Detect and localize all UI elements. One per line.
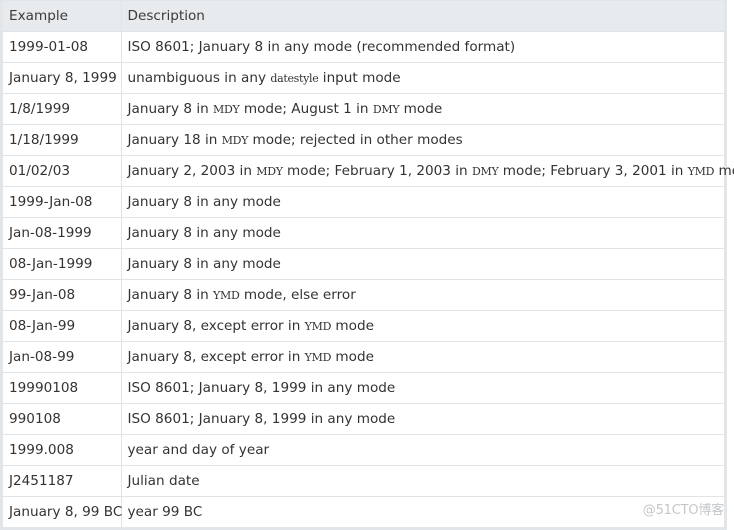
example-cell: 1999.008 xyxy=(3,433,121,465)
description-cell: January 8, except error in YMD mode xyxy=(120,340,724,372)
description-text: January 2, 2003 in xyxy=(127,162,257,179)
description-text: ISO 8601; January 8, 1999 in any mode xyxy=(127,410,396,427)
table-row: 19990108 ISO 8601; January 8, 1999 in any… xyxy=(3,371,724,403)
description-text: January 8 in any mode xyxy=(127,255,281,272)
table-row: January 8, 1999 unambiguous in any datest… xyxy=(3,61,724,93)
table-header-row: Example Description xyxy=(3,1,724,31)
description-text: Julian date xyxy=(127,472,200,489)
example-cell: 08-Jan-99 xyxy=(3,309,121,341)
table-body: 1999-01-08 ISO 8601; January 8 in any mod… xyxy=(3,30,734,527)
example-cell: 1999-Jan-08 xyxy=(3,185,121,217)
description-cell: ISO 8601; January 8 in any mode (recomme… xyxy=(120,30,724,62)
description-cell: ISO 8601; January 8, 1999 in any mode xyxy=(120,371,724,403)
code-literal: MDY xyxy=(221,133,249,147)
code-literal: datestyle xyxy=(270,71,319,85)
table-row: 08-Jan-1999 January 8 in any mode xyxy=(3,247,724,279)
example-cell: 1999-01-08 xyxy=(3,30,121,62)
description-text: mode; August 1 in xyxy=(239,100,373,117)
description-cell: January 8 in any mode xyxy=(120,247,724,279)
description-text: mode; February 1, 2003 in xyxy=(282,162,472,179)
code-literal: DMY xyxy=(372,102,400,116)
example-cell: 990108 xyxy=(3,402,121,434)
example-cell: Jan-08-99 xyxy=(3,340,121,372)
description-text: January 8 in xyxy=(127,100,214,117)
description-text: ISO 8601; January 8, 1999 in any mode xyxy=(127,379,396,396)
code-literal: YMD xyxy=(687,164,715,178)
description-cell: January 2, 2003 in MDY mode; February 1,… xyxy=(120,154,734,186)
code-literal: YMD xyxy=(304,350,332,364)
description-text: January 8 in any mode xyxy=(127,224,281,241)
description-cell: unambiguous in any datestyle input mode xyxy=(120,61,724,93)
watermark: @51CTO博客 xyxy=(642,503,724,518)
table-row: 1999-01-08 ISO 8601; January 8 in any mod… xyxy=(3,30,724,62)
description-cell: January 8, except error in YMD mode xyxy=(120,309,724,341)
date-input-examples-table-container: Example Description 1999-01-08 ISO 8601; … xyxy=(0,0,734,530)
description-cell: January 18 in MDY mode; rejected in othe… xyxy=(120,123,724,155)
description-text: input mode xyxy=(318,69,401,86)
table-row: 99-Jan-08 January 8 in YMD mode, else err… xyxy=(3,278,724,310)
date-input-examples-table: Example Description 1999-01-08 ISO 8601; … xyxy=(3,1,734,527)
code-literal: MDY xyxy=(256,164,283,178)
description-text: mode xyxy=(399,100,443,117)
example-cell: January 8, 99 BC xyxy=(3,495,122,527)
description-cell: Julian date xyxy=(120,464,724,496)
description-text: January 8, except error in xyxy=(127,317,305,334)
table-row: 1999.008 year and day of year xyxy=(3,433,724,465)
example-cell: 99-Jan-08 xyxy=(3,278,121,310)
column-header-description: Description xyxy=(120,1,724,31)
code-literal: DMY xyxy=(472,164,499,178)
description-cell: January 8 in MDY mode; August 1 in DMY m… xyxy=(120,92,724,124)
code-literal: YMD xyxy=(213,288,240,302)
description-text: January 8, except error in xyxy=(127,348,305,365)
description-text: unambiguous in any xyxy=(127,69,271,86)
example-cell: 01/02/03 xyxy=(3,154,121,186)
description-text: mode xyxy=(718,162,734,179)
example-cell: 1/18/1999 xyxy=(3,123,121,155)
example-cell: Jan-08-1999 xyxy=(3,216,121,248)
description-text: year and day of year xyxy=(127,441,270,458)
column-header-example: Example xyxy=(3,1,121,31)
table-row: January 8, 99 BC year 99 BC xyxy=(3,495,724,527)
table-row: J2451187 Julian date xyxy=(3,464,724,496)
table-row: Jan-08-99 January 8, except error in YMD … xyxy=(3,340,724,372)
description-cell: January 8 in any mode xyxy=(120,216,724,248)
code-literal: YMD xyxy=(304,319,332,333)
description-text: mode xyxy=(331,317,374,334)
table-row: 1/18/1999 January 18 in MDY mode; rejecte… xyxy=(3,123,724,155)
description-text: mode; February 3, 2001 in xyxy=(498,162,688,179)
table-row: 990108 ISO 8601; January 8, 1999 in any m… xyxy=(3,402,724,434)
description-text: mode, else error xyxy=(239,286,356,303)
description-cell: January 8 in any mode xyxy=(120,185,724,217)
example-cell: 19990108 xyxy=(3,371,121,403)
description-text: January 8 in xyxy=(127,286,214,303)
table-row: 1/8/1999 January 8 in MDY mode; August 1 … xyxy=(3,92,724,124)
table-row: Jan-08-1999 January 8 in any mode xyxy=(3,216,724,248)
description-text: January 8 in any mode xyxy=(127,193,281,210)
example-cell: 1/8/1999 xyxy=(3,92,121,124)
description-text: mode xyxy=(331,348,374,365)
description-cell: year 99 BC xyxy=(120,495,724,527)
description-text: ISO 8601; January 8 in any mode (recomme… xyxy=(127,38,516,55)
table-row: 1999-Jan-08 January 8 in any mode xyxy=(3,185,724,217)
description-text: year 99 BC xyxy=(127,503,203,520)
description-cell: January 8 in YMD mode, else error xyxy=(120,278,724,310)
example-cell: J2451187 xyxy=(3,464,121,496)
description-cell: ISO 8601; January 8, 1999 in any mode xyxy=(120,402,724,434)
description-text: mode; rejected in other modes xyxy=(248,131,463,148)
description-text: January 18 in xyxy=(127,131,222,148)
example-cell: 08-Jan-1999 xyxy=(3,247,121,279)
code-literal: MDY xyxy=(213,102,240,116)
description-cell: year and day of year xyxy=(120,433,724,465)
table-row: 01/02/03 January 2, 2003 in MDY mode; Feb… xyxy=(3,154,734,186)
table-row: 08-Jan-99 January 8, except error in YMD … xyxy=(3,309,724,341)
example-cell: January 8, 1999 xyxy=(3,61,121,93)
